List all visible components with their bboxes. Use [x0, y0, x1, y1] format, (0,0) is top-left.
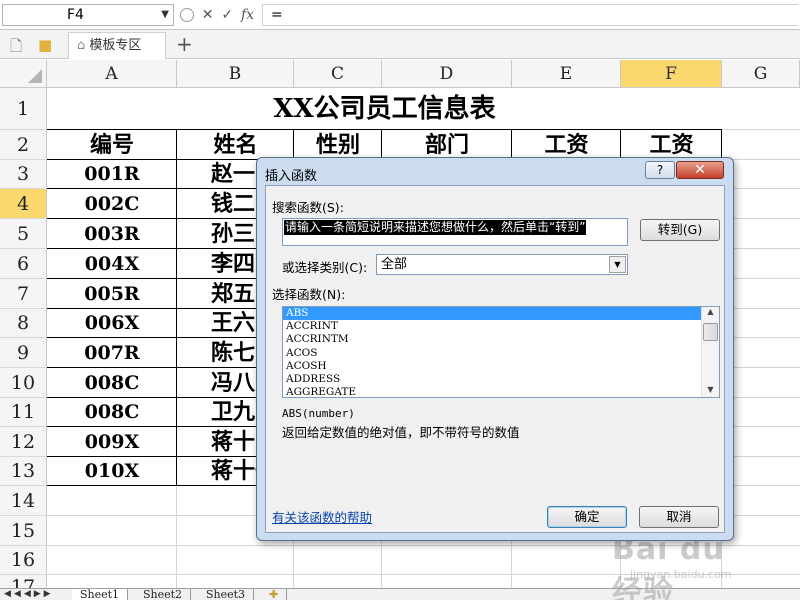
watermark-sub: jingyan.baidu.com: [630, 568, 732, 581]
function-list-item[interactable]: ACOS: [283, 347, 719, 360]
sheet-title[interactable]: XX公司员工信息表: [47, 90, 722, 128]
chevron-down-icon[interactable]: ▼: [609, 256, 626, 273]
function-description: 返回给定数值的绝对值，即不带符号的数值: [282, 425, 520, 440]
column-header-f[interactable]: F: [621, 60, 722, 88]
column-header-g[interactable]: G: [722, 60, 800, 88]
header-cell[interactable]: 编号: [47, 130, 177, 160]
sheet-tab-bar: ◀◀◀▶▶ Sheet1 Sheet2 Sheet3 ✚: [0, 588, 800, 600]
column-header-b[interactable]: B: [177, 60, 294, 88]
function-help-link[interactable]: 有关该函数的帮助: [272, 507, 372, 526]
open-folder-icon[interactable]: ■: [38, 36, 52, 54]
row-header-6[interactable]: 6: [0, 249, 47, 279]
id-cell[interactable]: 007R: [47, 338, 177, 368]
row-header-11[interactable]: 11: [0, 398, 47, 427]
column-header-e[interactable]: E: [512, 60, 621, 88]
formula-buttons: ✕ ✓ fx: [176, 4, 258, 26]
id-cell[interactable]: 008C: [47, 368, 177, 398]
tab-template-zone[interactable]: ⌂ 模板专区: [68, 32, 166, 59]
category-value: 全部: [381, 257, 408, 272]
category-select[interactable]: 全部 ▼: [376, 254, 628, 275]
row-header-16[interactable]: 16: [0, 546, 47, 575]
search-input-value: 请输入一条简短说明来描述您想做什么，然后单击“转到”: [284, 220, 587, 235]
column-header-a[interactable]: A: [47, 60, 177, 88]
function-list-item[interactable]: ACCRINTM: [283, 333, 719, 346]
header-cell[interactable]: 姓名: [177, 130, 294, 160]
row-header-5[interactable]: 5: [0, 219, 47, 249]
id-cell[interactable]: 006X: [47, 309, 177, 338]
name-box[interactable]: F4 ▼: [2, 4, 174, 26]
dialog-close-button[interactable]: ✕: [676, 161, 724, 179]
header-cell[interactable]: 部门: [382, 130, 512, 160]
sheet-tab-sheet3[interactable]: Sheet3: [198, 589, 255, 600]
row-header-8[interactable]: 8: [0, 309, 47, 338]
name-box-value: F4: [67, 7, 84, 23]
row-header-3[interactable]: 3: [0, 160, 47, 189]
function-list-item[interactable]: ABS: [283, 307, 701, 321]
function-list[interactable]: ABS ACCRINT ACCRINTM ACOS ACOSH ADDRESS AGGREG…: [282, 306, 720, 398]
insert-function-dialog: 插入函数 ? ✕ 搜索函数(S): 请输入一条简短说明来描述您想做什么，然后单击…: [256, 157, 734, 541]
id-cell[interactable]: 003R: [47, 219, 177, 249]
document-tab-bar: 🗋 ■ ⌂ 模板专区 +: [0, 30, 800, 59]
new-document-icon[interactable]: 🗋: [10, 36, 22, 61]
row-header-14[interactable]: 14: [0, 486, 47, 516]
function-list-scrollbar[interactable]: ▲ ▼: [701, 307, 719, 397]
enter-icon[interactable]: ✓: [221, 7, 233, 23]
add-tab-icon[interactable]: +: [176, 32, 193, 56]
expand-icon[interactable]: [179, 8, 194, 22]
insert-function-icon[interactable]: fx: [241, 7, 254, 23]
header-cell[interactable]: 工资: [621, 130, 722, 160]
search-label: 搜索函数(S):: [272, 200, 344, 215]
scroll-up-icon[interactable]: ▲: [702, 307, 719, 319]
function-list-label: 选择函数(N):: [272, 287, 346, 302]
row-header-15[interactable]: 15: [0, 516, 47, 546]
scroll-down-icon[interactable]: ▼: [702, 385, 719, 397]
id-cell[interactable]: 005R: [47, 279, 177, 309]
row-header-12[interactable]: 12: [0, 427, 47, 457]
scroll-thumb[interactable]: [703, 323, 718, 341]
id-cell[interactable]: 002C: [47, 189, 177, 219]
function-list-item[interactable]: ACOSH: [283, 360, 719, 373]
go-button[interactable]: 转到(G): [640, 219, 720, 241]
header-cell[interactable]: 性别: [294, 130, 382, 160]
row-header-2[interactable]: 2: [0, 130, 47, 160]
id-cell[interactable]: 004X: [47, 249, 177, 279]
row-header-10[interactable]: 10: [0, 368, 47, 398]
formula-input[interactable]: =: [262, 4, 798, 26]
dialog-body: 搜索函数(S): 请输入一条简短说明来描述您想做什么，然后单击“转到” 转到(G…: [265, 185, 725, 533]
row-header-4[interactable]: 4: [0, 189, 47, 219]
chevron-down-icon[interactable]: ▼: [161, 5, 169, 25]
tab-template-label: 模板专区: [89, 38, 142, 53]
id-cell[interactable]: 009X: [47, 427, 177, 457]
search-input[interactable]: 请输入一条简短说明来描述您想做什么，然后单击“转到”: [282, 218, 628, 246]
sheet-tab-sheet2[interactable]: Sheet2: [135, 589, 192, 600]
id-cell[interactable]: 008C: [47, 398, 177, 427]
dialog-title: 插入函数: [265, 169, 318, 184]
function-list-item[interactable]: AGGREGATE: [283, 386, 719, 397]
sheet-nav-arrows[interactable]: ◀◀◀▶▶: [4, 589, 54, 599]
sheet-tab-sheet1[interactable]: Sheet1: [72, 589, 129, 600]
id-cell[interactable]: 001R: [47, 160, 177, 189]
ok-button[interactable]: 确定: [547, 506, 627, 528]
spreadsheet-window: F4 ▼ ✕ ✓ fx = 🗋 ■ ⌂ 模板专区 + ABCDEFG 123456…: [0, 0, 800, 600]
row-header-9[interactable]: 9: [0, 338, 47, 368]
column-header-d[interactable]: D: [382, 60, 512, 88]
cancel-icon[interactable]: ✕: [202, 7, 214, 23]
add-sheet-icon[interactable]: ✚: [261, 589, 288, 600]
row-header-7[interactable]: 7: [0, 279, 47, 309]
dialog-help-button[interactable]: ?: [645, 161, 675, 179]
id-cell[interactable]: 010X: [47, 457, 177, 486]
row-header-13[interactable]: 13: [0, 457, 47, 486]
function-list-item[interactable]: ADDRESS: [283, 373, 719, 386]
home-icon: ⌂: [77, 38, 90, 53]
category-label: 或选择类别(C):: [282, 260, 368, 275]
column-header-c[interactable]: C: [294, 60, 382, 88]
function-list-item[interactable]: ACCRINT: [283, 320, 719, 333]
cancel-button[interactable]: 取消: [639, 506, 719, 528]
formula-bar: F4 ▼ ✕ ✓ fx =: [0, 0, 800, 30]
row-header-1[interactable]: 1: [0, 88, 47, 130]
function-signature: ABS(number): [282, 407, 355, 420]
select-all-corner[interactable]: [0, 60, 47, 88]
header-cell[interactable]: 工资: [512, 130, 621, 160]
